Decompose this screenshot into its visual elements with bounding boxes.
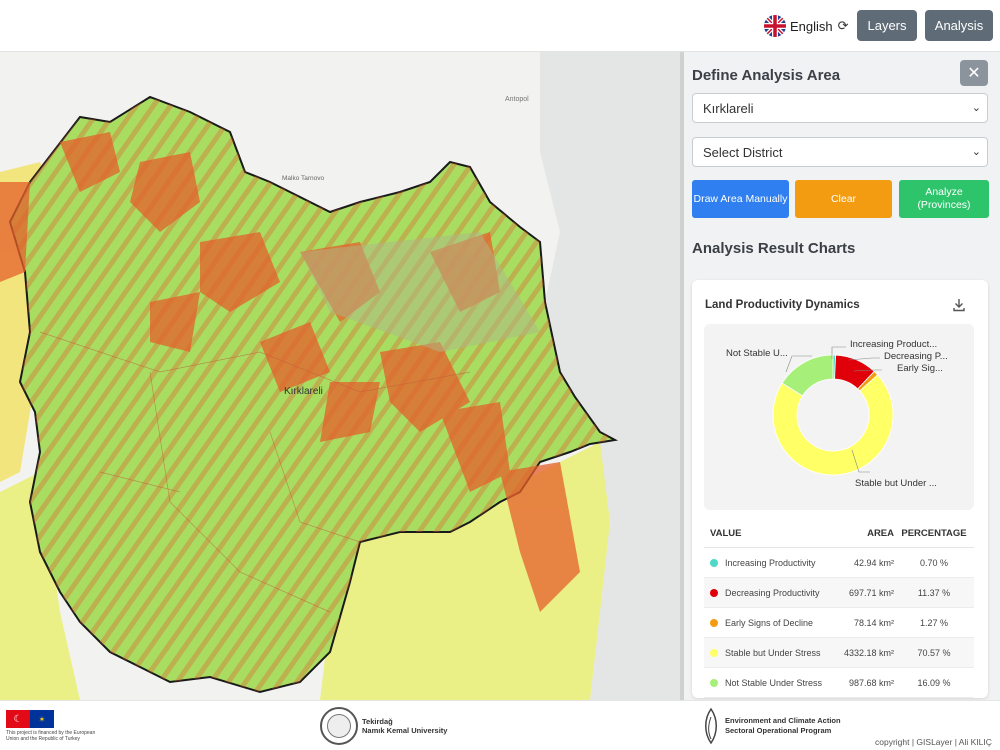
label-stable: Stable but Under ...: [855, 478, 937, 489]
row-label: Early Signs of Decline: [725, 617, 814, 628]
university-line1: Tekirdağ: [362, 717, 393, 726]
university-name: Tekirdağ Namık Kemal University: [362, 717, 447, 735]
row-label: Not Stable Under Stress: [725, 677, 823, 688]
map-view[interactable]: Antopol Malko Tarnovo Kırklareli: [0, 52, 682, 700]
layers-button[interactable]: Layers: [857, 10, 917, 41]
university-seal-logo: [320, 707, 358, 745]
row-percentage: 70.57 %: [917, 647, 951, 658]
table-row: Stable but Under Stress 4332.18 km² 70.57 …: [704, 638, 974, 668]
results-title: Analysis Result Charts: [692, 240, 856, 257]
refresh-icon[interactable]: ⟳: [838, 18, 849, 34]
university-line2: Namık Kemal University: [362, 726, 448, 735]
district-select-value: Select District: [703, 144, 783, 160]
language-selector[interactable]: English ⟳: [764, 14, 849, 38]
province-select[interactable]: Kırklareli ⌄: [692, 93, 988, 123]
label-increasing: Increasing Product...: [850, 339, 938, 350]
label-not-stable: Not Stable U...: [726, 348, 788, 359]
row-area: 42.94 km²: [853, 557, 894, 568]
legend-dot: [710, 618, 718, 627]
donut-slice-stable-but-under-stress[interactable]: [772, 374, 894, 476]
analyze-button[interactable]: Analyze (Provinces): [899, 180, 989, 218]
close-icon: ✕: [967, 65, 981, 82]
row-percentage: 16.09 %: [917, 677, 951, 688]
header-value: VALUE: [710, 528, 742, 539]
results-table: VALUE AREA PERCENTAGE Increasing Product…: [704, 520, 974, 698]
row-value: Early Signs of Decline: [704, 618, 832, 628]
top-bar: English ⟳ Layers Analysis: [0, 0, 1000, 52]
table-header: VALUE AREA PERCENTAGE: [704, 520, 974, 548]
close-button[interactable]: ✕: [960, 60, 988, 86]
chart-card: Land Productivity Dynamics Increasing Pr…: [692, 280, 988, 698]
environment-program-logo: [700, 707, 722, 745]
footer: ☾ ✶ This project is financed by the Euro…: [0, 700, 1000, 750]
row-area: 987.68 km²: [848, 677, 894, 688]
row-area: 78.14 km²: [853, 617, 894, 628]
download-icon[interactable]: [952, 298, 966, 315]
chevron-down-icon: ⌄: [971, 146, 981, 158]
row-percentage: 11.37 %: [917, 587, 951, 598]
table-row: Increasing Productivity 42.94 km² 0.70 %: [704, 548, 974, 578]
legend-dot: [710, 648, 718, 657]
header-percentage: PERCENTAGE: [901, 528, 967, 539]
legend-dot: [710, 558, 718, 567]
legend-dot: [710, 678, 718, 687]
header-area: AREA: [867, 528, 894, 539]
row-value: Stable but Under Stress: [704, 648, 832, 658]
map-label-kirklareli: Kırklareli: [284, 386, 323, 397]
environment-line2: Sectoral Operational Program: [725, 726, 832, 735]
eu-funding-text: This project is financed by the European…: [6, 730, 96, 742]
copyright-text: copyright | GISLayer | Ali KILIÇ: [875, 737, 992, 747]
uk-flag-icon: [764, 15, 786, 37]
row-area: 4332.18 km²: [843, 647, 894, 658]
row-value: Increasing Productivity: [704, 558, 832, 568]
legend-dot: [710, 588, 718, 597]
map-label-malko: Malko Tarnovo: [282, 175, 325, 182]
row-label: Stable but Under Stress: [725, 647, 821, 658]
table-row: Early Signs of Decline 78.14 km² 1.27 %: [704, 608, 974, 638]
draw-area-button[interactable]: Draw Area Manually: [692, 180, 789, 218]
analysis-button[interactable]: Analysis: [925, 10, 993, 41]
map-label-antopol: Antopol: [505, 96, 529, 103]
analysis-panel: Define Analysis Area ✕ Kırklareli ⌄ Sele…: [684, 52, 1000, 700]
label-decreasing: Decreasing P...: [884, 351, 948, 362]
environment-line1: Environment and Climate Action: [725, 716, 841, 725]
panel-title: Define Analysis Area: [692, 67, 841, 84]
row-label: Decreasing Productivity: [725, 587, 820, 598]
language-label: English: [790, 18, 833, 34]
label-early: Early Sig...: [897, 363, 943, 374]
chart-title: Land Productivity Dynamics: [705, 299, 860, 311]
table-row: Decreasing Productivity 697.71 km² 11.37 %: [704, 578, 974, 608]
eu-flag-logo: ☾ ✶: [6, 710, 54, 728]
chevron-down-icon: ⌄: [971, 102, 981, 114]
table-row: Not Stable Under Stress 987.68 km² 16.09 %: [704, 668, 974, 698]
province-select-value: Kırklareli: [703, 100, 754, 116]
row-value: Not Stable Under Stress: [704, 678, 832, 688]
donut-chart: Increasing Product... Decreasing P... Ea…: [704, 324, 974, 510]
environment-program-name: Environment and Climate Action Sectoral …: [725, 716, 841, 736]
row-percentage: 0.70 %: [919, 557, 949, 568]
row-area: 697.71 km²: [848, 587, 894, 598]
row-percentage: 1.27 %: [919, 617, 949, 628]
district-select[interactable]: Select District ⌄: [692, 137, 988, 167]
row-label: Increasing Productivity: [725, 557, 816, 568]
row-value: Decreasing Productivity: [704, 588, 832, 598]
clear-button[interactable]: Clear: [795, 180, 892, 218]
